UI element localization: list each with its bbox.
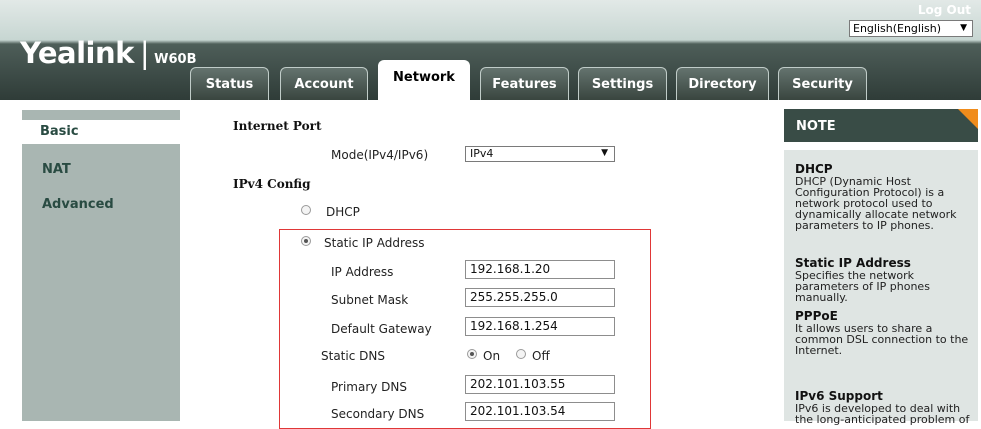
ipv4-config-heading: IPv4 Config	[233, 177, 311, 191]
tab-account[interactable]: Account	[280, 67, 368, 100]
static-ip-label: Static IP Address	[324, 236, 425, 250]
primary-dns-input[interactable]: 202.101.103.55	[465, 375, 615, 394]
brand-logo: Yealink | W60B	[20, 36, 197, 70]
ip-address-input[interactable]: 192.168.1.20	[465, 260, 615, 279]
note-ipv6-title: IPv6 Support	[795, 389, 883, 403]
internet-port-heading: Internet Port	[233, 119, 322, 133]
dhcp-label: DHCP	[326, 205, 360, 219]
primary-dns-label: Primary DNS	[331, 380, 408, 394]
tab-network[interactable]: Network	[378, 60, 470, 100]
secondary-dns-input[interactable]: 202.101.103.54	[465, 402, 615, 421]
note-pppoe-text: It allows users to share a common DSL co…	[795, 322, 969, 357]
dropdown-arrow-icon: ▼	[601, 148, 608, 158]
note-ipv6-text: IPv6 is developed to deal with the long-…	[795, 402, 970, 426]
subnet-mask-input[interactable]: 255.255.255.0	[465, 288, 615, 307]
note-corner-icon	[958, 109, 978, 129]
note-static-text: Specifies the network parameters of IP p…	[795, 269, 930, 304]
secondary-dns-label: Secondary DNS	[331, 407, 425, 421]
static-dns-off-label: Off	[532, 349, 550, 363]
logout-link[interactable]: Log Out	[918, 3, 971, 17]
static-dns-on-label: On	[483, 349, 501, 363]
language-select[interactable]: English(English) ▼	[849, 20, 973, 37]
default-gateway-label: Default Gateway	[331, 322, 432, 336]
static-dns-label: Static DNS	[321, 349, 385, 363]
mode-label: Mode(IPv4/IPv6)	[331, 148, 429, 162]
tab-security[interactable]: Security	[778, 67, 867, 100]
ip-address-label: IP Address	[331, 265, 394, 279]
dhcp-radio[interactable]	[301, 205, 311, 215]
tab-features[interactable]: Features	[480, 67, 569, 100]
static-dns-on-radio[interactable]	[467, 349, 477, 359]
note-heading: NOTE	[784, 109, 978, 142]
default-gateway-input[interactable]: 192.168.1.254	[465, 317, 615, 336]
tab-settings[interactable]: Settings	[578, 67, 667, 100]
tab-directory[interactable]: Directory	[676, 67, 769, 100]
note-static-title: Static IP Address	[795, 256, 911, 270]
sidebar-item-basic[interactable]: Basic	[20, 120, 180, 144]
sidebar-item-nat[interactable]: NAT	[42, 162, 71, 177]
tab-status[interactable]: Status	[190, 67, 269, 100]
static-dns-off-radio[interactable]	[516, 349, 526, 359]
note-pppoe-title: PPPoE	[795, 309, 838, 323]
subnet-mask-label: Subnet Mask	[331, 293, 409, 307]
note-dhcp-title: DHCP	[795, 162, 833, 176]
mode-select[interactable]: IPv4 ▼	[465, 146, 615, 162]
sidebar: Basic NAT Advanced	[20, 110, 180, 421]
sidebar-item-advanced[interactable]: Advanced	[42, 197, 114, 212]
note-dhcp-text: DHCP (Dynamic Host Configuration Protoco…	[795, 175, 957, 232]
note-panel: DHCP DHCP (Dynamic Host Configuration Pr…	[784, 150, 978, 425]
dropdown-arrow-icon: ▼	[960, 23, 967, 33]
static-ip-radio[interactable]	[301, 236, 311, 246]
